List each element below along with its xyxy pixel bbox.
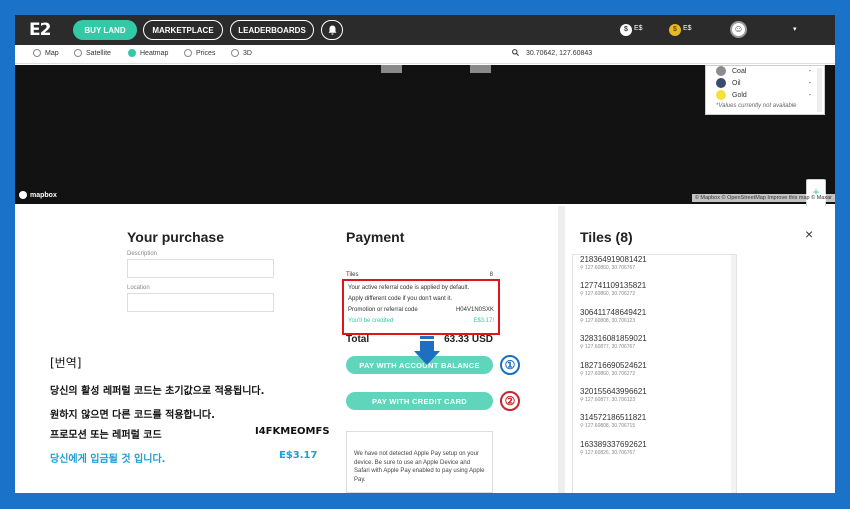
mapbox-icon bbox=[19, 191, 27, 199]
step-one-badge: ① bbox=[500, 355, 520, 375]
bell-icon[interactable] bbox=[321, 20, 343, 40]
earth2-logo[interactable]: E2 bbox=[29, 20, 51, 40]
list-item[interactable]: 127741109135821 ⚲ 127.60860, 30.706272 bbox=[580, 281, 646, 297]
list-item[interactable]: 163389337692621 ⚲ 127.60826, 30.706767 bbox=[580, 440, 647, 456]
legend-swatch bbox=[716, 90, 726, 100]
step-two-badge: ② bbox=[500, 391, 520, 411]
description-label: Description bbox=[127, 251, 158, 257]
buy-land-button[interactable]: BUY LAND bbox=[73, 20, 137, 40]
location-input[interactable] bbox=[127, 293, 274, 312]
map-tile[interactable] bbox=[470, 65, 491, 73]
resource-legend: Coal - Oil - Gold - *Values currently not a… bbox=[705, 65, 825, 115]
map-tile[interactable] bbox=[381, 65, 402, 73]
referral-notice-2: Apply different code if you don't want i… bbox=[348, 296, 453, 302]
legend-scrollbar[interactable] bbox=[817, 68, 822, 112]
translation-line-1: 당신의 활성 레퍼럴 코드는 초기값으로 적용됩니다. bbox=[50, 386, 265, 397]
pay-with-credit-card-button[interactable]: PAY WITH CREDIT CARD bbox=[346, 392, 493, 410]
list-item[interactable]: 314572186511821 ⚲ 127.60808, 30.706715 bbox=[580, 413, 646, 429]
search-icon bbox=[512, 49, 519, 58]
payment-title: Payment bbox=[346, 229, 405, 245]
legend-swatch bbox=[716, 66, 726, 76]
map-canvas[interactable]: Coal - Oil - Gold - *Values currently not a… bbox=[15, 65, 835, 251]
gold-coin-icon: $ bbox=[669, 24, 681, 36]
list-item[interactable]: 182716690524621 ⚲ 127.60860, 30.706272 bbox=[580, 361, 647, 377]
translation-line-3: 프로모션 또는 레퍼럴 코드 bbox=[50, 430, 162, 441]
legend-item-oil: Oil - bbox=[716, 78, 811, 88]
leaderboards-button[interactable]: LEADERBOARDS bbox=[230, 20, 314, 40]
balance-label: E$ bbox=[634, 25, 643, 32]
arrow-down-icon bbox=[414, 336, 440, 365]
list-item[interactable]: 218364919081421 ⚲ 127.60860, 30.706767 bbox=[580, 255, 647, 271]
map-view-tabs: Map Satellite Heatmap Prices 3D 30.70642… bbox=[15, 45, 835, 64]
referral-highlight-box: Your active referral code is applied by … bbox=[342, 279, 500, 335]
list-item[interactable]: 328316081859021 ⚲ 127.60877, 30.706767 bbox=[580, 334, 647, 350]
tab-prices[interactable]: Prices bbox=[184, 49, 215, 57]
top-nav-bar: E2 BUY LAND MARKETPLACE LEADERBOARDS $ E… bbox=[15, 15, 835, 45]
referral-notice-1: Your active referral code is applied by … bbox=[348, 285, 470, 291]
panel-divider bbox=[558, 206, 565, 493]
list-item[interactable]: 306411748649421 ⚲ 127.60808, 30.706123 bbox=[580, 308, 646, 324]
legend-note: *Values currently not available bbox=[716, 103, 797, 109]
map-attribution[interactable]: © Mapbox © OpenStreetMap Improve this ma… bbox=[691, 194, 835, 202]
location-label: Location bbox=[127, 285, 150, 291]
marketplace-button[interactable]: MARKETPLACE bbox=[143, 20, 223, 40]
essence-label: E$ bbox=[683, 25, 692, 32]
legend-swatch bbox=[716, 78, 726, 88]
tab-map[interactable]: Map bbox=[33, 49, 59, 57]
promo-code-value[interactable]: H04V1N0SXK bbox=[456, 305, 494, 316]
translation-line-4: 당신에게 입금될 것 입니다. bbox=[50, 454, 166, 465]
translation-code: I4FKMEOMFS bbox=[255, 426, 330, 437]
tab-heatmap[interactable]: Heatmap bbox=[128, 49, 168, 57]
promo-code-row[interactable]: Promotion or referral code H04V1N0SXK bbox=[348, 305, 494, 316]
translation-title: [번역] bbox=[50, 356, 82, 370]
mapbox-logo[interactable]: mapbox bbox=[19, 191, 57, 199]
close-icon[interactable]: × bbox=[805, 226, 813, 242]
total-amount: 63.33 USD bbox=[444, 334, 493, 345]
tiles-title: Tiles (8) bbox=[580, 229, 633, 245]
radio-selected-icon bbox=[128, 49, 136, 57]
coordinate-search[interactable]: 30.70642, 127.60843 bbox=[512, 49, 592, 58]
purchase-panel: Your purchase Description Location [번역] … bbox=[15, 206, 558, 493]
tab-3d[interactable]: 3D bbox=[231, 49, 252, 57]
tiles-list: 218364919081421 ⚲ 127.60860, 30.706767 12… bbox=[572, 254, 737, 493]
credited-row: You'll be credited E$3.17! bbox=[348, 318, 494, 324]
radio-icon bbox=[231, 49, 239, 57]
tiles-panel: Tiles (8) × 218364919081421 ⚲ 127.60860, … bbox=[565, 206, 835, 493]
legend-item-gold: Gold - bbox=[716, 90, 811, 100]
tiles-scrollbar[interactable] bbox=[731, 255, 736, 493]
radio-icon bbox=[33, 49, 41, 57]
description-input[interactable] bbox=[127, 259, 274, 278]
list-item[interactable]: 320155643996621 ⚲ 127.60877, 30.706123 bbox=[580, 387, 647, 403]
chevron-down-icon[interactable]: ▾ bbox=[793, 25, 797, 33]
tab-satellite[interactable]: Satellite bbox=[74, 49, 111, 57]
translation-line-2: 원하지 않으면 다른 코드를 적용합니다. bbox=[50, 410, 215, 421]
coordinates-text: 30.70642, 127.60843 bbox=[526, 50, 593, 57]
purchase-title: Your purchase bbox=[127, 229, 224, 245]
dollar-coin-icon: $ bbox=[620, 24, 632, 36]
radio-icon bbox=[74, 49, 82, 57]
user-avatar-icon[interactable]: ☺ bbox=[730, 21, 747, 38]
legend-item-coal: Coal - bbox=[716, 66, 811, 76]
tiles-count-row: Tiles 8 bbox=[346, 272, 493, 278]
radio-icon bbox=[184, 49, 192, 57]
apple-pay-notice: We have not detected Apple Pay setup on … bbox=[346, 431, 493, 493]
translation-credit: E$3.17 bbox=[279, 450, 318, 461]
app-frame: E2 BUY LAND MARKETPLACE LEADERBOARDS $ E… bbox=[15, 15, 835, 493]
